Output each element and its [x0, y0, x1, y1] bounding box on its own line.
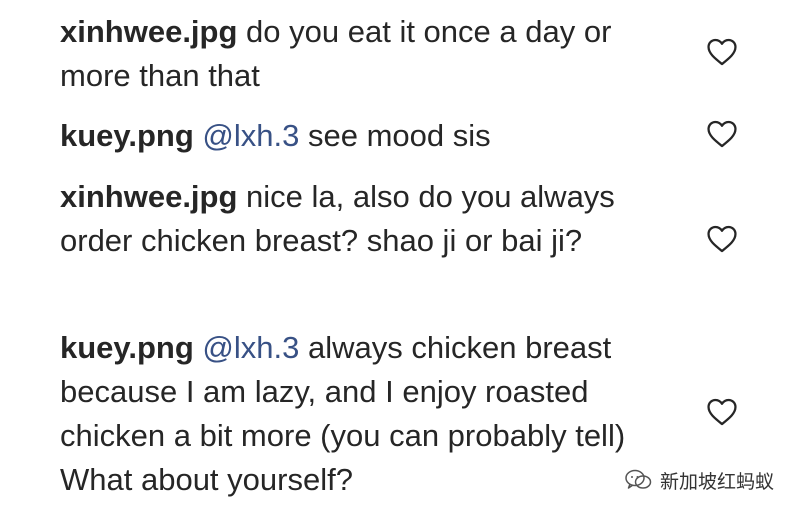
wechat-logo-icon [624, 468, 652, 492]
comment-username[interactable]: xinhwee.jpg [60, 179, 237, 214]
like-heart-icon[interactable] [704, 222, 740, 256]
comment-username[interactable]: kuey.png [60, 118, 194, 153]
mention-link[interactable]: @lxh.3 [202, 118, 299, 153]
like-heart-icon[interactable] [704, 117, 740, 151]
comment-text: see mood sis [307, 118, 491, 153]
comment-1: xinhwee.jpg do you eat it once a day or … [60, 10, 690, 98]
mention-link[interactable]: @lxh.3 [202, 330, 299, 365]
comment-3: xinhwee.jpg nice la, also do you always … [60, 175, 690, 263]
like-heart-icon[interactable] [704, 35, 740, 69]
comment-4: kuey.png @lxh.3 always chicken breast be… [60, 326, 690, 502]
like-heart-icon[interactable] [704, 395, 740, 429]
comment-username[interactable]: xinhwee.jpg [60, 14, 237, 49]
watermark: 新加坡红蚂蚁 [624, 462, 774, 498]
comment-username[interactable]: kuey.png [60, 330, 194, 365]
comment-2: kuey.png @lxh.3 see mood sis [60, 114, 690, 158]
watermark-text: 新加坡红蚂蚁 [660, 471, 775, 493]
